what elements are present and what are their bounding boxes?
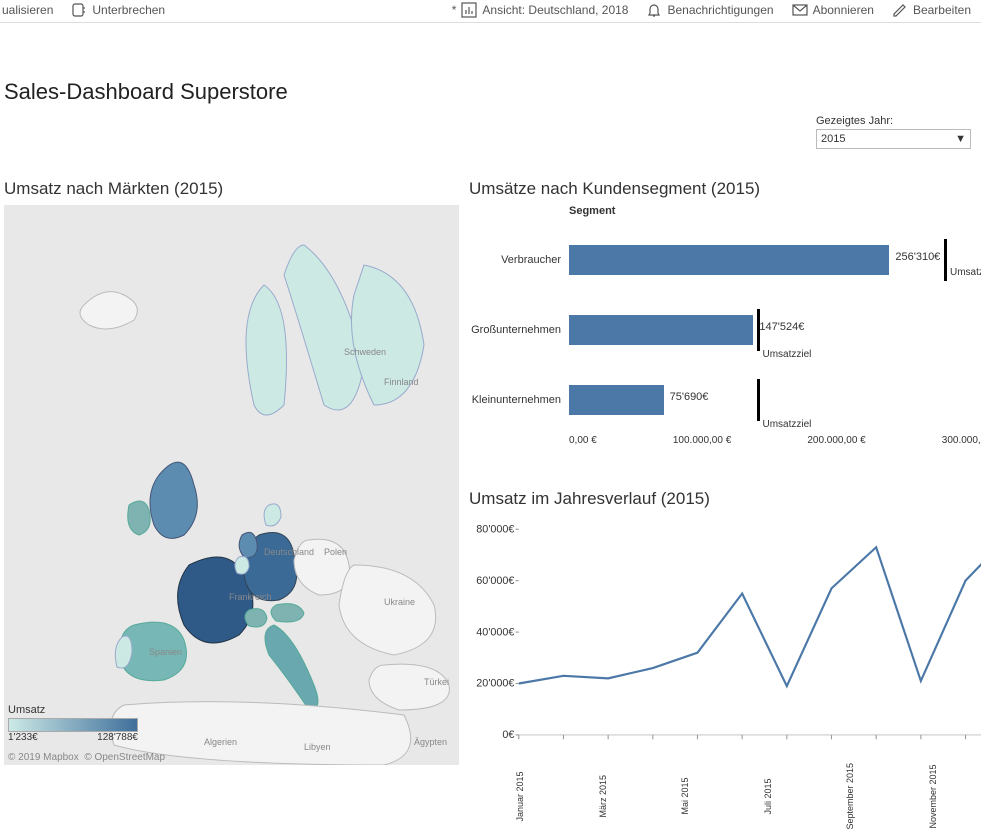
europe-map: Frankreich Deutschland Spanien Polen Ukr… [4, 205, 459, 765]
bell-icon [646, 2, 662, 18]
segment-target-line [757, 309, 760, 351]
view-marker: * [452, 3, 457, 17]
segment-target-label: Umsatzziel [763, 349, 812, 360]
segment-row: Großunternehmen 147'524€ Umsatzziel [469, 295, 981, 365]
segment-chart[interactable]: Segment Verbraucher256'310€UmsatzzielGro… [469, 205, 981, 475]
segment-bar[interactable] [569, 315, 753, 345]
segment-row: Kleinunternehmen 75'690€ Umsatzziel [469, 365, 981, 435]
svg-text:80'000€: 80'000€ [476, 524, 514, 536]
envelope-icon [792, 2, 808, 18]
svg-text:40'000€: 40'000€ [476, 626, 514, 638]
segment-target-label: Umsatzziel [950, 267, 981, 278]
line-xaxis: Januar 2015März 2015Mai 2015Juli 2015Sep… [515, 763, 981, 830]
segment-bar[interactable] [569, 245, 889, 275]
segment-target-line [944, 239, 947, 281]
visualize-button[interactable]: ualisieren [2, 3, 53, 17]
svg-text:Finnland: Finnland [384, 377, 419, 387]
visualize-label: ualisieren [2, 3, 53, 17]
view-button[interactable]: * Ansicht: Deutschland, 2018 [452, 2, 629, 18]
svg-text:Polen: Polen [324, 547, 347, 557]
line-title: Umsatz im Jahresverlauf (2015) [469, 489, 981, 509]
segment-axis: 0,00 €100.000,00 €200.000,00 €300.000,00… [569, 435, 981, 446]
pencil-icon [892, 2, 908, 18]
pause-button[interactable]: Unterbrechen [71, 2, 165, 18]
segment-value: 75'690€ [670, 391, 709, 403]
view-label: Ansicht: Deutschland, 2018 [482, 3, 628, 17]
year-filter-label: Gezeigtes Jahr: [816, 115, 971, 127]
svg-text:Algerien: Algerien [204, 737, 237, 747]
legend-title: Umsatz [8, 704, 138, 716]
edit-button[interactable]: Bearbeiten [892, 2, 971, 18]
svg-text:Deutschland: Deutschland [264, 547, 314, 557]
alerts-label: Benachrichtigungen [667, 3, 773, 17]
svg-text:Libyen: Libyen [304, 742, 331, 752]
edit-label: Bearbeiten [913, 3, 971, 17]
year-filter-value: 2015 [821, 133, 845, 145]
pause-label: Unterbrechen [92, 3, 165, 17]
svg-text:60'000€: 60'000€ [476, 575, 514, 587]
chart-icon [461, 2, 477, 18]
segment-value: 147'524€ [759, 321, 804, 333]
svg-text:20'000€: 20'000€ [476, 678, 514, 690]
segment-target-label: Umsatzziel [763, 419, 812, 430]
dashboard: Sales-Dashboard Superstore Gezeigtes Jah… [0, 79, 981, 830]
legend-min: 1'233€ [8, 732, 38, 743]
svg-text:Schweden: Schweden [344, 347, 386, 357]
line-viz[interactable]: 0€ 20'000€ 40'000€ 60'000€ 80'000€ [469, 515, 981, 760]
map-legend: Umsatz 1'233€ 128'788€ [8, 704, 138, 743]
svg-text:Ägypten: Ägypten [414, 737, 447, 747]
alerts-button[interactable]: Benachrichtigungen [646, 2, 773, 18]
segment-label: Verbraucher [469, 254, 569, 266]
segment-header: Segment [469, 205, 981, 217]
subscribe-button[interactable]: Abonnieren [792, 2, 874, 18]
segment-row: Verbraucher 256'310€ Umsatzziel [469, 225, 981, 295]
segment-title: Umsätze nach Kundensegment (2015) [469, 179, 981, 199]
legend-max: 128'788€ [97, 732, 138, 743]
segment-label: Großunternehmen [469, 324, 569, 336]
chevron-down-icon: ▼ [955, 133, 966, 145]
svg-text:Türkei: Türkei [424, 677, 449, 687]
svg-text:Ukraine: Ukraine [384, 597, 415, 607]
segment-value: 256'310€ [895, 251, 940, 263]
svg-text:Spanien: Spanien [149, 647, 182, 657]
legend-gradient [8, 718, 138, 732]
svg-text:Frankreich: Frankreich [229, 592, 272, 602]
map-viz[interactable]: Frankreich Deutschland Spanien Polen Ukr… [4, 205, 459, 765]
dashboard-title: Sales-Dashboard Superstore [4, 79, 979, 105]
map-title: Umsatz nach Märkten (2015) [4, 179, 459, 199]
segment-label: Kleinunternehmen [469, 394, 569, 406]
segment-target-line [757, 379, 760, 421]
svg-text:0€: 0€ [502, 729, 514, 741]
map-attribution: © 2019 Mapbox © OpenStreetMap [8, 752, 165, 763]
year-filter-select[interactable]: 2015 ▼ [816, 129, 971, 149]
toolbar: ualisieren Unterbrechen * Ansicht: Deuts… [0, 0, 981, 23]
segment-bar[interactable] [569, 385, 664, 415]
subscribe-label: Abonnieren [813, 3, 874, 17]
pause-icon [71, 2, 87, 18]
